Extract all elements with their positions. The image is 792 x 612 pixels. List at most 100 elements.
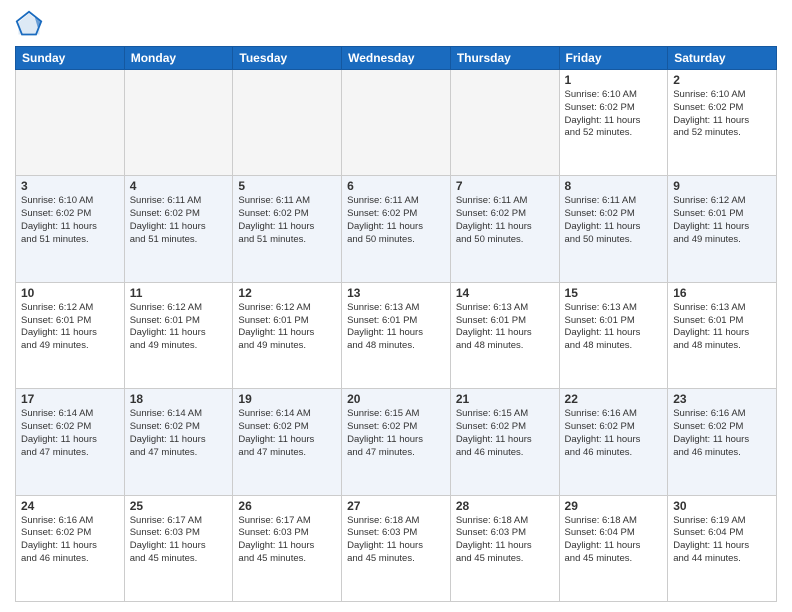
day-number: 18	[130, 392, 228, 406]
day-number: 26	[238, 499, 336, 513]
calendar-cell: 4 Sunrise: 6:11 AM Sunset: 6:02 PM Daylig…	[124, 176, 233, 282]
calendar-cell	[16, 70, 125, 176]
day-info: Sunrise: 6:17 AM Sunset: 6:03 PM Dayligh…	[238, 515, 336, 566]
calendar-cell: 3 Sunrise: 6:10 AM Sunset: 6:02 PM Daylig…	[16, 176, 125, 282]
day-number: 11	[130, 286, 228, 300]
day-number: 10	[21, 286, 119, 300]
day-info: Sunrise: 6:15 AM Sunset: 6:02 PM Dayligh…	[347, 408, 445, 459]
calendar-cell: 5 Sunrise: 6:11 AM Sunset: 6:02 PM Daylig…	[233, 176, 342, 282]
day-info: Sunrise: 6:10 AM Sunset: 6:02 PM Dayligh…	[565, 89, 663, 140]
calendar-cell: 15 Sunrise: 6:13 AM Sunset: 6:01 PM Dayli…	[559, 282, 668, 388]
day-number: 3	[21, 179, 119, 193]
weekday-sunday: Sunday	[16, 47, 125, 70]
calendar-cell: 27Sunrise: 6:18 AM Sunset: 6:03 PM Dayli…	[342, 495, 451, 601]
day-info: Sunrise: 6:11 AM Sunset: 6:02 PM Dayligh…	[130, 195, 228, 246]
calendar-cell: 9 Sunrise: 6:12 AM Sunset: 6:01 PM Daylig…	[668, 176, 777, 282]
day-info: Sunrise: 6:11 AM Sunset: 6:02 PM Dayligh…	[347, 195, 445, 246]
calendar-week-5: 24 Sunrise: 6:16 AM Sunset: 6:02 PM Dayli…	[16, 495, 777, 601]
day-number: 30	[673, 499, 771, 513]
calendar-cell	[233, 70, 342, 176]
weekday-wednesday: Wednesday	[342, 47, 451, 70]
day-info: Sunrise: 6:18 AM Sunset: 6:04 PM Dayligh…	[565, 515, 663, 566]
day-info: Sunrise: 6:19 AM Sunset: 6:04 PM Dayligh…	[673, 515, 771, 566]
calendar-cell: 25 Sunrise: 6:17 AM Sunset: 6:03 PM Dayli…	[124, 495, 233, 601]
day-number: 7	[456, 179, 554, 193]
day-number: 19	[238, 392, 336, 406]
day-info: Sunrise: 6:14 AM Sunset: 6:02 PM Dayligh…	[21, 408, 119, 459]
day-number: 5	[238, 179, 336, 193]
calendar-cell	[342, 70, 451, 176]
day-info: Sunrise: 6:12 AM Sunset: 6:01 PM Dayligh…	[673, 195, 771, 246]
day-info: Sunrise: 6:16 AM Sunset: 6:02 PM Dayligh…	[21, 515, 119, 566]
calendar-cell: 12Sunrise: 6:12 AM Sunset: 6:01 PM Dayli…	[233, 282, 342, 388]
calendar-cell: 8 Sunrise: 6:11 AM Sunset: 6:02 PM Daylig…	[559, 176, 668, 282]
day-info: Sunrise: 6:18 AM Sunset: 6:03 PM Dayligh…	[456, 515, 554, 566]
calendar-cell: 11Sunrise: 6:12 AM Sunset: 6:01 PM Dayli…	[124, 282, 233, 388]
calendar-cell: 13Sunrise: 6:13 AM Sunset: 6:01 PM Dayli…	[342, 282, 451, 388]
day-info: Sunrise: 6:12 AM Sunset: 6:01 PM Dayligh…	[21, 302, 119, 353]
day-info: Sunrise: 6:13 AM Sunset: 6:01 PM Dayligh…	[565, 302, 663, 353]
day-number: 22	[565, 392, 663, 406]
calendar-cell: 18 Sunrise: 6:14 AM Sunset: 6:02 PM Dayli…	[124, 389, 233, 495]
calendar-cell: 26 Sunrise: 6:17 AM Sunset: 6:03 PM Dayli…	[233, 495, 342, 601]
day-number: 6	[347, 179, 445, 193]
logo	[15, 10, 47, 38]
day-number: 2	[673, 73, 771, 87]
day-number: 8	[565, 179, 663, 193]
day-info: Sunrise: 6:14 AM Sunset: 6:02 PM Dayligh…	[238, 408, 336, 459]
day-number: 21	[456, 392, 554, 406]
calendar-cell: 28Sunrise: 6:18 AM Sunset: 6:03 PM Dayli…	[450, 495, 559, 601]
day-number: 24	[21, 499, 119, 513]
page: SundayMondayTuesdayWednesdayThursdayFrid…	[0, 0, 792, 612]
calendar-cell: 23Sunrise: 6:16 AM Sunset: 6:02 PM Dayli…	[668, 389, 777, 495]
day-info: Sunrise: 6:15 AM Sunset: 6:02 PM Dayligh…	[456, 408, 554, 459]
day-info: Sunrise: 6:13 AM Sunset: 6:01 PM Dayligh…	[673, 302, 771, 353]
day-number: 14	[456, 286, 554, 300]
weekday-header-row: SundayMondayTuesdayWednesdayThursdayFrid…	[16, 47, 777, 70]
day-number: 16	[673, 286, 771, 300]
calendar-week-2: 3 Sunrise: 6:10 AM Sunset: 6:02 PM Daylig…	[16, 176, 777, 282]
header	[15, 10, 777, 38]
day-number: 17	[21, 392, 119, 406]
calendar-cell: 7 Sunrise: 6:11 AM Sunset: 6:02 PM Daylig…	[450, 176, 559, 282]
calendar-cell: 20Sunrise: 6:15 AM Sunset: 6:02 PM Dayli…	[342, 389, 451, 495]
day-number: 9	[673, 179, 771, 193]
calendar-cell: 16 Sunrise: 6:13 AM Sunset: 6:01 PM Dayli…	[668, 282, 777, 388]
calendar-cell: 21 Sunrise: 6:15 AM Sunset: 6:02 PM Dayli…	[450, 389, 559, 495]
day-info: Sunrise: 6:10 AM Sunset: 6:02 PM Dayligh…	[21, 195, 119, 246]
calendar-cell	[124, 70, 233, 176]
weekday-friday: Friday	[559, 47, 668, 70]
weekday-monday: Monday	[124, 47, 233, 70]
day-info: Sunrise: 6:11 AM Sunset: 6:02 PM Dayligh…	[238, 195, 336, 246]
day-number: 25	[130, 499, 228, 513]
day-info: Sunrise: 6:14 AM Sunset: 6:02 PM Dayligh…	[130, 408, 228, 459]
day-number: 15	[565, 286, 663, 300]
day-info: Sunrise: 6:13 AM Sunset: 6:01 PM Dayligh…	[456, 302, 554, 353]
calendar-cell: 30 Sunrise: 6:19 AM Sunset: 6:04 PM Dayli…	[668, 495, 777, 601]
calendar-cell: 1 Sunrise: 6:10 AM Sunset: 6:02 PM Daylig…	[559, 70, 668, 176]
day-number: 29	[565, 499, 663, 513]
day-info: Sunrise: 6:16 AM Sunset: 6:02 PM Dayligh…	[673, 408, 771, 459]
calendar-cell: 22 Sunrise: 6:16 AM Sunset: 6:02 PM Dayli…	[559, 389, 668, 495]
calendar-cell	[450, 70, 559, 176]
day-info: Sunrise: 6:17 AM Sunset: 6:03 PM Dayligh…	[130, 515, 228, 566]
logo-icon	[15, 10, 43, 38]
day-info: Sunrise: 6:16 AM Sunset: 6:02 PM Dayligh…	[565, 408, 663, 459]
day-number: 12	[238, 286, 336, 300]
day-number: 1	[565, 73, 663, 87]
calendar-week-3: 10 Sunrise: 6:12 AM Sunset: 6:01 PM Dayli…	[16, 282, 777, 388]
calendar-cell: 17 Sunrise: 6:14 AM Sunset: 6:02 PM Dayli…	[16, 389, 125, 495]
calendar-week-4: 17 Sunrise: 6:14 AM Sunset: 6:02 PM Dayli…	[16, 389, 777, 495]
day-number: 4	[130, 179, 228, 193]
day-info: Sunrise: 6:13 AM Sunset: 6:01 PM Dayligh…	[347, 302, 445, 353]
day-number: 27	[347, 499, 445, 513]
calendar-cell: 24 Sunrise: 6:16 AM Sunset: 6:02 PM Dayli…	[16, 495, 125, 601]
day-info: Sunrise: 6:11 AM Sunset: 6:02 PM Dayligh…	[456, 195, 554, 246]
calendar-cell: 19 Sunrise: 6:14 AM Sunset: 6:02 PM Dayli…	[233, 389, 342, 495]
weekday-tuesday: Tuesday	[233, 47, 342, 70]
day-info: Sunrise: 6:11 AM Sunset: 6:02 PM Dayligh…	[565, 195, 663, 246]
calendar-week-1: 1 Sunrise: 6:10 AM Sunset: 6:02 PM Daylig…	[16, 70, 777, 176]
calendar: SundayMondayTuesdayWednesdayThursdayFrid…	[15, 46, 777, 602]
day-info: Sunrise: 6:10 AM Sunset: 6:02 PM Dayligh…	[673, 89, 771, 140]
calendar-cell: 14 Sunrise: 6:13 AM Sunset: 6:01 PM Dayli…	[450, 282, 559, 388]
